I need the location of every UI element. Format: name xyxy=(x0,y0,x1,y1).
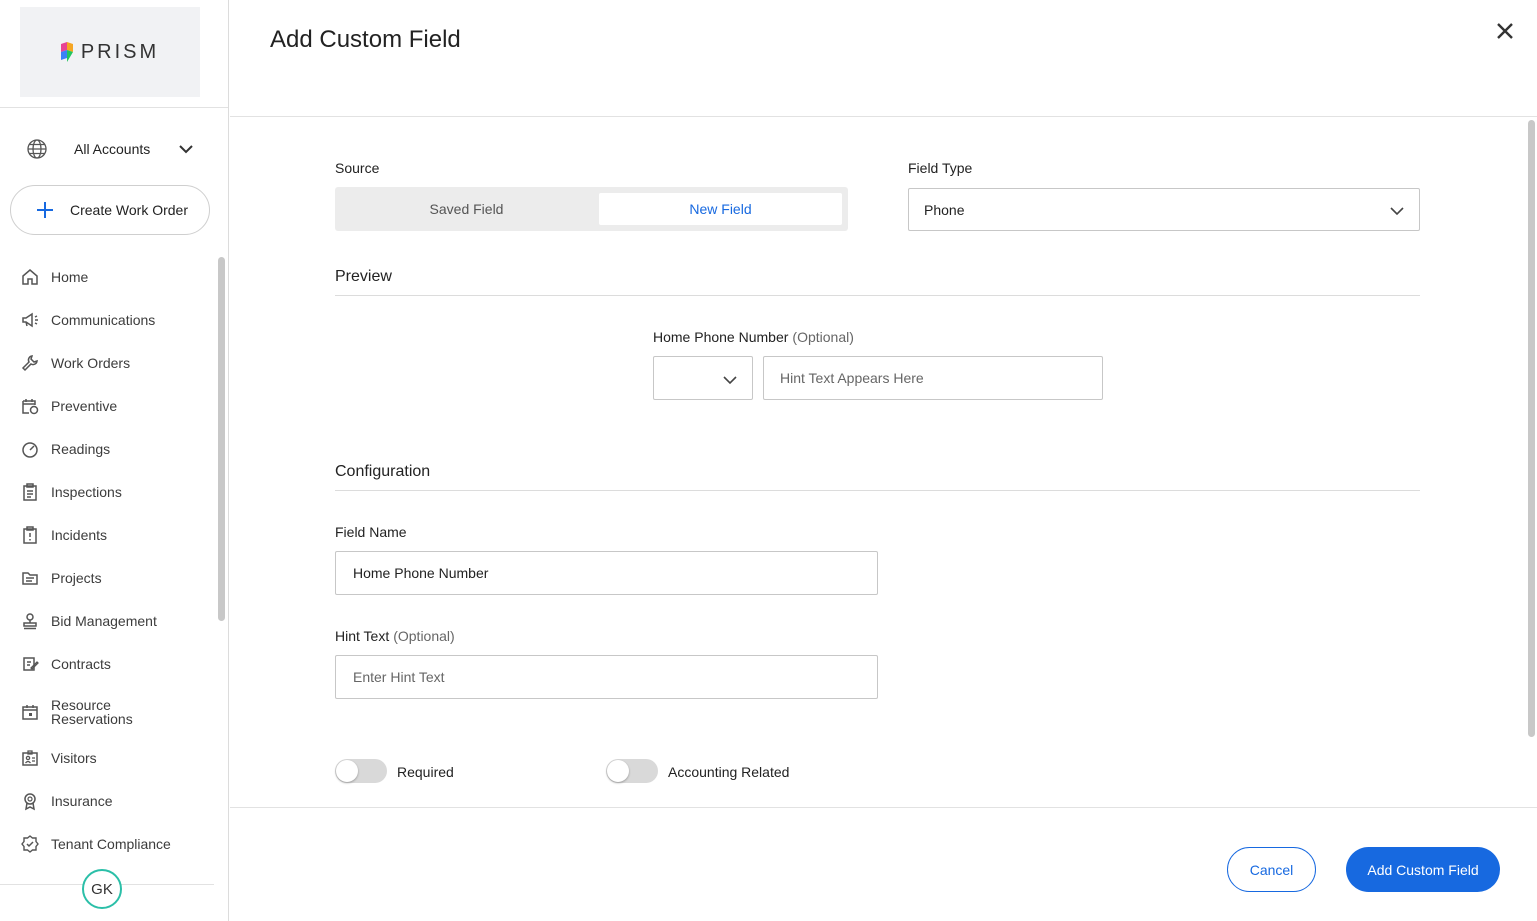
accounting-related-toggle-label: Accounting Related xyxy=(668,764,790,780)
create-work-order-label: Create Work Order xyxy=(70,202,188,218)
sidebar-item-contracts[interactable]: Contracts xyxy=(20,649,210,679)
gauge-icon xyxy=(22,442,38,458)
preview-divider xyxy=(335,295,1420,296)
sidebar-item-work-orders[interactable]: Work Orders xyxy=(20,348,210,378)
field-type-label: Field Type xyxy=(908,160,973,176)
preview-field-label: Home Phone Number (Optional) xyxy=(653,329,854,345)
create-work-order-button[interactable]: Create Work Order xyxy=(10,185,210,235)
sidebar-divider xyxy=(0,107,228,108)
sidebar-item-insurance[interactable]: Insurance xyxy=(20,786,210,816)
add-custom-field-button[interactable]: Add Custom Field xyxy=(1346,847,1500,892)
sidebar-item-visitors[interactable]: Visitors xyxy=(20,743,210,773)
sidebar: PRISM All Accounts Create Work Order Hom… xyxy=(0,0,229,921)
account-selector[interactable]: All Accounts xyxy=(26,137,206,161)
visitor-badge-icon xyxy=(22,750,38,766)
sidebar-item-inspections[interactable]: Inspections xyxy=(20,477,210,507)
sidebar-item-projects[interactable]: Projects xyxy=(20,563,210,593)
globe-icon xyxy=(27,139,47,159)
account-selector-label: All Accounts xyxy=(74,141,151,157)
required-toggle[interactable] xyxy=(335,759,387,783)
brand-logo[interactable]: PRISM xyxy=(20,7,200,97)
sidebar-item-communications[interactable]: Communications xyxy=(20,305,210,335)
check-badge-icon xyxy=(21,835,39,853)
sidebar-item-label: Preventive xyxy=(51,398,118,414)
preview-field-label-text: Home Phone Number xyxy=(653,329,789,345)
calendar-clock-icon xyxy=(22,399,39,415)
calendar-icon xyxy=(22,705,38,720)
sidebar-item-label: Resource Reservations xyxy=(51,697,133,727)
hint-text-label: Hint Text (Optional) xyxy=(335,628,455,644)
sidebar-item-tenant-compliance[interactable]: Tenant Compliance xyxy=(20,829,210,859)
close-icon[interactable] xyxy=(1494,20,1516,42)
country-code-select[interactable] xyxy=(653,356,753,400)
sidebar-item-label: Communications xyxy=(51,312,156,328)
configuration-section-title: Configuration xyxy=(335,463,431,480)
contract-icon xyxy=(23,657,39,671)
preview-optional-tag: (Optional) xyxy=(792,329,854,345)
source-segmented-control: Saved Field New Field xyxy=(335,187,848,231)
configuration-divider xyxy=(335,490,1420,491)
sidebar-item-resource-reservations[interactable]: Resource Reservations xyxy=(20,697,210,727)
field-type-select[interactable]: Phone xyxy=(908,188,1420,231)
sidebar-item-label: Incidents xyxy=(51,527,108,543)
sidebar-scrollbar[interactable] xyxy=(218,257,225,621)
clipboard-icon xyxy=(23,483,37,501)
chevron-down-icon xyxy=(723,376,737,385)
brand-name: PRISM xyxy=(80,40,160,63)
sidebar-item-label: Visitors xyxy=(51,750,97,766)
header-divider xyxy=(230,116,1537,117)
sidebar-item-label: Home xyxy=(51,269,89,285)
sidebar-item-readings[interactable]: Readings xyxy=(20,434,210,464)
app: PRISM All Accounts Create Work Order Hom… xyxy=(0,0,1537,921)
home-icon xyxy=(22,269,38,285)
sidebar-item-label: Projects xyxy=(51,570,102,586)
sidebar-item-label: Tenant Compliance xyxy=(51,836,171,852)
sidebar-item-label: Work Orders xyxy=(51,355,131,371)
award-icon xyxy=(24,793,36,811)
field-name-label: Field Name xyxy=(335,524,407,540)
toggle-knob xyxy=(607,760,629,782)
chevron-down-icon xyxy=(179,145,193,154)
hint-text-optional-tag: (Optional) xyxy=(393,628,455,644)
source-option-new-field[interactable]: New Field xyxy=(599,193,842,225)
wrench-icon xyxy=(21,355,38,372)
plus-icon xyxy=(37,202,53,218)
field-type-value: Phone xyxy=(924,201,965,218)
sidebar-item-label: Insurance xyxy=(51,793,113,809)
source-label: Source xyxy=(335,160,380,176)
hint-text-input[interactable] xyxy=(335,655,878,699)
preview-phone-input[interactable] xyxy=(763,356,1103,400)
field-name-input[interactable] xyxy=(335,551,878,595)
chevron-down-icon xyxy=(1390,207,1404,216)
hint-text-label-text: Hint Text xyxy=(335,628,390,644)
accounting-related-toggle[interactable] xyxy=(606,759,658,783)
stamp-icon xyxy=(23,613,37,630)
folder-icon xyxy=(22,572,38,585)
toggle-knob xyxy=(336,760,358,782)
prism-logo-icon xyxy=(60,42,73,62)
user-avatar[interactable]: GK xyxy=(82,869,122,909)
sidebar-item-home[interactable]: Home xyxy=(20,262,210,292)
cancel-button[interactable]: Cancel xyxy=(1227,847,1316,892)
required-toggle-label: Required xyxy=(397,764,454,780)
footer-divider xyxy=(230,807,1537,808)
sidebar-item-label: Readings xyxy=(51,441,111,457)
megaphone-icon xyxy=(22,312,38,328)
sidebar-item-preventive[interactable]: Preventive xyxy=(20,391,210,421)
source-option-saved-field[interactable]: Saved Field xyxy=(345,193,588,225)
modal-title: Add Custom Field xyxy=(270,26,461,53)
sidebar-item-incidents[interactable]: Incidents xyxy=(20,520,210,550)
sidebar-item-label: Contracts xyxy=(51,656,111,672)
alert-clipboard-icon xyxy=(23,526,37,544)
sidebar-item-label: Bid Management xyxy=(51,613,157,629)
sidebar-item-label: Inspections xyxy=(51,484,122,500)
modal-scrollbar[interactable] xyxy=(1528,120,1535,737)
sidebar-item-bid-management[interactable]: Bid Management xyxy=(20,606,210,636)
preview-section-title: Preview xyxy=(335,268,392,285)
